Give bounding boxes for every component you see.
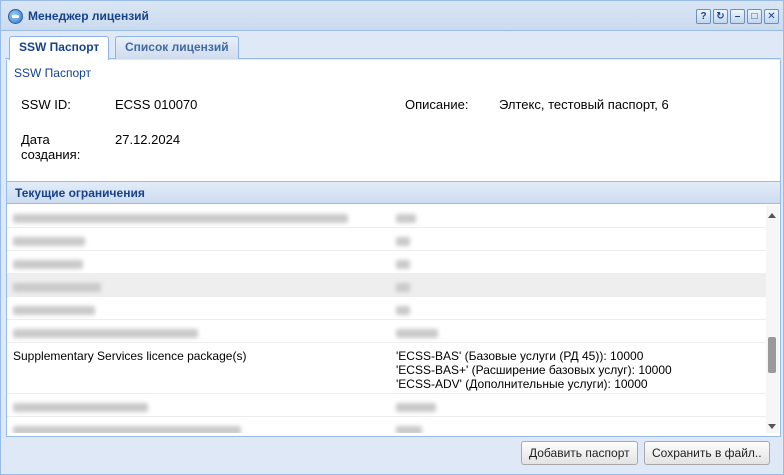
created-date-label: Дата создания: — [21, 132, 81, 162]
table-row[interactable] — [7, 228, 767, 251]
table-row[interactable] — [7, 251, 767, 274]
close-icon[interactable]: ✕ — [764, 9, 779, 24]
passport-panel: SSW Паспорт SSW ID: ECSS 010070 Описание… — [6, 60, 781, 437]
table-row[interactable] — [7, 320, 767, 343]
table-row[interactable] — [7, 297, 767, 320]
vertical-scrollbar[interactable] — [766, 205, 779, 433]
table-row[interactable] — [7, 417, 767, 433]
description-value: Элтекс, тестовый паспорт, 6 — [499, 97, 669, 112]
scroll-down-icon[interactable] — [768, 424, 776, 429]
minimize-icon[interactable]: – — [730, 9, 745, 24]
refresh-icon[interactable]: ↻ — [713, 9, 728, 24]
tab-ssw-passport[interactable]: SSW Паспорт — [9, 36, 110, 60]
table-row[interactable] — [7, 274, 767, 297]
panel-heading: SSW Паспорт — [14, 66, 92, 80]
maximize-icon[interactable]: □ — [747, 9, 762, 24]
limits-grid[interactable]: Supplementary Services licence package(s… — [7, 205, 767, 433]
description-label: Описание: — [405, 97, 469, 112]
ssw-id-label: SSW ID: — [21, 97, 71, 112]
limit-name: Supplementary Services licence package(s… — [13, 349, 247, 363]
save-to-file-button[interactable]: Сохранить в файл.. — [644, 441, 770, 465]
window-title: Менеджер лицензий — [28, 9, 149, 23]
add-passport-button[interactable]: Добавить паспорт — [521, 441, 638, 465]
tab-license-list[interactable]: Список лицензий — [115, 36, 239, 59]
limit-value-line: 'ECSS-ADV' (Дополнительные услуги): 1000… — [396, 377, 648, 391]
footer-toolbar: Добавить паспорт Сохранить в файл.. — [6, 437, 781, 473]
limit-value-line: 'ECSS-BAS+' (Расширение базовых услуг): … — [396, 363, 672, 377]
app-icon — [8, 9, 23, 24]
tab-strip: SSW Паспорт Список лицензий — [5, 33, 781, 60]
created-date-value: 27.12.2024 — [115, 132, 181, 147]
limit-values: 'ECSS-BAS' (Базовые услуги (РД 45)): 100… — [396, 349, 672, 391]
title-bar[interactable]: Менеджер лицензий ? ↻ – □ ✕ — [1, 1, 783, 31]
help-icon[interactable]: ? — [696, 9, 711, 24]
license-manager-window: Менеджер лицензий ? ↻ – □ ✕ SSW Паспорт … — [0, 0, 784, 475]
current-limits-header: Текущие ограничения — [7, 181, 780, 204]
scroll-thumb[interactable] — [768, 337, 776, 373]
table-row-supplementary-services[interactable]: Supplementary Services licence package(s… — [7, 343, 767, 394]
scroll-up-icon[interactable] — [768, 213, 776, 218]
table-row[interactable] — [7, 205, 767, 228]
ssw-id-value: ECSS 010070 — [115, 97, 198, 112]
table-row[interactable] — [7, 394, 767, 417]
limit-value-line: 'ECSS-BAS' (Базовые услуги (РД 45)): 100… — [396, 349, 644, 363]
current-limits-title: Текущие ограничения — [15, 186, 145, 200]
window-tools: ? ↻ – □ ✕ — [696, 9, 779, 24]
